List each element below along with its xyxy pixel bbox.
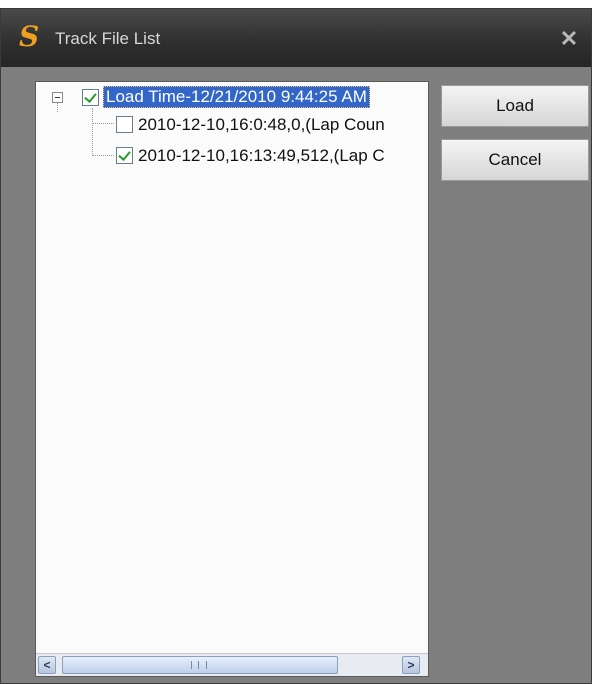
scroll-right-icon[interactable]: > <box>402 656 420 674</box>
track-file-tree[interactable]: Load Time-12/21/2010 9:44:25 AM 2010-12-… <box>35 81 429 677</box>
horizontal-scrollbar[interactable]: < > <box>36 653 428 676</box>
load-button[interactable]: Load <box>441 85 589 127</box>
root-checkbox[interactable] <box>82 89 99 106</box>
grip-icon <box>191 661 207 669</box>
track-file-list-dialog: S Track File List ✕ Load Time-12/21/2010… <box>0 8 592 684</box>
collapse-toggle-icon[interactable] <box>52 92 63 103</box>
tree-node-root[interactable]: Load Time-12/21/2010 9:44:25 AM <box>103 86 370 108</box>
scroll-left-icon[interactable]: < <box>38 656 56 674</box>
dialog-title: Track File List <box>55 29 161 48</box>
tree-node-child-2[interactable]: 2010-12-10,16:13:49,512,(Lap C <box>138 146 385 166</box>
title-bar[interactable]: S Track File List ✕ <box>1 9 591 67</box>
close-button[interactable]: ✕ <box>557 27 581 51</box>
child-checkbox-2[interactable] <box>116 147 133 164</box>
app-logo-icon: S <box>19 20 40 53</box>
tree-node-child-1[interactable]: 2010-12-10,16:0:48,0,(Lap Coun <box>138 115 385 135</box>
child-checkbox-1[interactable] <box>116 116 133 133</box>
cancel-button[interactable]: Cancel <box>441 139 589 181</box>
scroll-thumb[interactable] <box>62 656 338 674</box>
